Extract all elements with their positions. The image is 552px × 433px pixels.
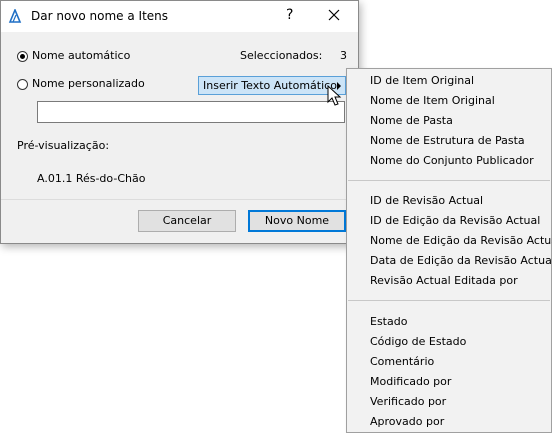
insert-autotext-button[interactable]: Inserir Texto Automático bbox=[198, 76, 346, 95]
menu-item-current-revision-issue-id[interactable]: ID de Edição da Revisão Actual bbox=[370, 214, 540, 227]
selected-count-label: Seleccionados: bbox=[240, 49, 323, 62]
menu-item-approved-by[interactable]: Aprovado por bbox=[370, 415, 444, 428]
title-bar: Dar novo nome a Itens ? bbox=[1, 1, 358, 32]
mouse-pointer-icon bbox=[327, 85, 342, 106]
menu-item-current-revision-edited-by[interactable]: Revisão Actual Editada por bbox=[370, 274, 518, 287]
menu-item-original-item-name[interactable]: Nome de Item Original bbox=[370, 94, 495, 107]
custom-name-field[interactable] bbox=[37, 101, 345, 123]
radio-selected-dot bbox=[20, 54, 25, 59]
menu-item-comment[interactable]: Comentário bbox=[370, 355, 434, 368]
menu-item-status-code[interactable]: Código de Estado bbox=[370, 335, 466, 348]
menu-item-current-revision-issue-date[interactable]: Data de Edição da Revisão Actual bbox=[370, 254, 552, 267]
autotext-submenu: ID de Item Original Nome de Item Origina… bbox=[346, 68, 552, 433]
menu-separator bbox=[348, 300, 550, 301]
menu-item-folder-name[interactable]: Nome de Pasta bbox=[370, 114, 453, 127]
close-icon[interactable] bbox=[327, 8, 341, 22]
button-separator bbox=[1, 199, 358, 200]
menu-item-current-revision-issue-name[interactable]: Nome de Edição da Revisão Actual bbox=[370, 234, 552, 247]
menu-item-status[interactable]: Estado bbox=[370, 315, 407, 328]
rename-items-dialog: Dar novo nome a Itens ? Nome automático … bbox=[0, 0, 359, 244]
menu-item-checked-by[interactable]: Verificado por bbox=[370, 395, 446, 408]
selected-count-value: 3 bbox=[340, 49, 347, 62]
insert-autotext-label: Inserir Texto Automático bbox=[203, 79, 337, 92]
preview-label: Pré-visualização: bbox=[17, 139, 110, 152]
auto-name-label[interactable]: Nome automático bbox=[32, 49, 130, 62]
menu-item-original-item-id[interactable]: ID de Item Original bbox=[370, 74, 474, 87]
menu-item-publisher-set-name[interactable]: Nome do Conjunto Publicador bbox=[370, 154, 534, 167]
menu-separator bbox=[348, 180, 550, 181]
dialog-title: Dar novo nome a Itens bbox=[31, 9, 169, 23]
menu-item-folder-structure-name[interactable]: Nome de Estrutura de Pasta bbox=[370, 134, 525, 147]
preview-value: A.01.1 Rés-do-Chão bbox=[37, 172, 146, 185]
cancel-button[interactable]: Cancelar bbox=[138, 210, 236, 232]
menu-item-current-revision-id[interactable]: ID de Revisão Actual bbox=[370, 194, 483, 207]
archicad-app-icon bbox=[8, 9, 22, 23]
custom-name-radio[interactable] bbox=[17, 79, 28, 90]
custom-name-label[interactable]: Nome personalizado bbox=[32, 77, 145, 90]
help-button[interactable]: ? bbox=[286, 7, 293, 23]
new-name-button[interactable]: Novo Nome bbox=[248, 210, 346, 232]
menu-item-modified-by[interactable]: Modificado por bbox=[370, 375, 451, 388]
auto-name-radio[interactable] bbox=[17, 51, 28, 62]
